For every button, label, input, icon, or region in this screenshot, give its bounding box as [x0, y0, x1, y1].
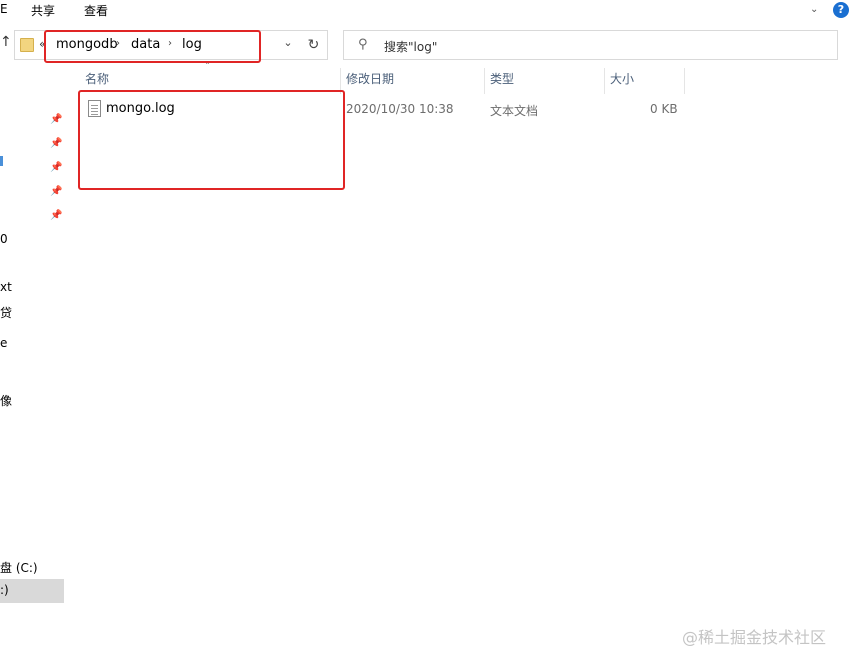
- folder-icon: [20, 38, 34, 52]
- help-icon[interactable]: ?: [833, 2, 849, 18]
- annotation-box-file: [78, 90, 345, 190]
- nav-item[interactable]: 像: [0, 392, 12, 409]
- search-icon: ⚲: [358, 37, 368, 52]
- column-header-name[interactable]: 名称: [85, 70, 109, 92]
- pin-icon[interactable]: 📌: [50, 114, 62, 125]
- tab-share[interactable]: 共享: [31, 2, 55, 19]
- watermark: @稀土掘金技术社区: [682, 628, 827, 647]
- annotation-box-address: [44, 30, 261, 63]
- refresh-icon: ↻: [307, 37, 320, 53]
- search-input[interactable]: ⚲ 搜索"log": [343, 30, 838, 60]
- tab-view[interactable]: 查看: [84, 2, 108, 19]
- refresh-button[interactable]: ↻: [300, 30, 328, 60]
- chevron-down-icon[interactable]: ⌄: [278, 36, 298, 54]
- nav-item[interactable]: 0: [0, 232, 8, 246]
- pin-icon[interactable]: 📌: [50, 186, 62, 197]
- chevron-down-icon[interactable]: ⌄: [810, 4, 818, 15]
- column-divider[interactable]: [484, 68, 485, 94]
- column-header-type[interactable]: 类型: [490, 70, 514, 92]
- pin-icon[interactable]: 📌: [50, 162, 62, 173]
- up-arrow-icon[interactable]: ↑: [0, 34, 12, 50]
- search-placeholder: 搜索"log": [384, 40, 438, 54]
- nav-item-selected[interactable]: :): [0, 579, 64, 603]
- nav-item[interactable]: e: [0, 336, 7, 350]
- file-modified: 2020/10/30 10:38: [346, 102, 454, 116]
- column-header-modified[interactable]: 修改日期: [346, 70, 394, 92]
- pin-icon[interactable]: 📌: [50, 138, 62, 149]
- column-header-size[interactable]: 大小: [610, 70, 634, 92]
- file-size: 0 KB: [650, 102, 678, 116]
- nav-item-drive-c[interactable]: 盘 (C:): [0, 559, 38, 576]
- column-divider[interactable]: [684, 68, 685, 94]
- sort-ascending-icon: ˆ: [205, 62, 210, 73]
- ribbon-edge-fragment: E: [0, 2, 8, 16]
- nav-item[interactable]: xt: [0, 280, 12, 294]
- nav-item-label: :): [0, 583, 9, 597]
- ribbon-tabs: E 共享 查看 ⌄ ?: [0, 0, 862, 22]
- column-divider[interactable]: [604, 68, 605, 94]
- pin-icon[interactable]: 📌: [50, 210, 62, 221]
- quick-access-icon: [0, 156, 3, 166]
- nav-item[interactable]: 贷: [0, 304, 12, 321]
- navigation-pane: 📌 📌 📌 📌 📌 0 xt 贷 e 像 盘 (C:): [0, 66, 66, 664]
- file-type: 文本文档: [490, 104, 539, 118]
